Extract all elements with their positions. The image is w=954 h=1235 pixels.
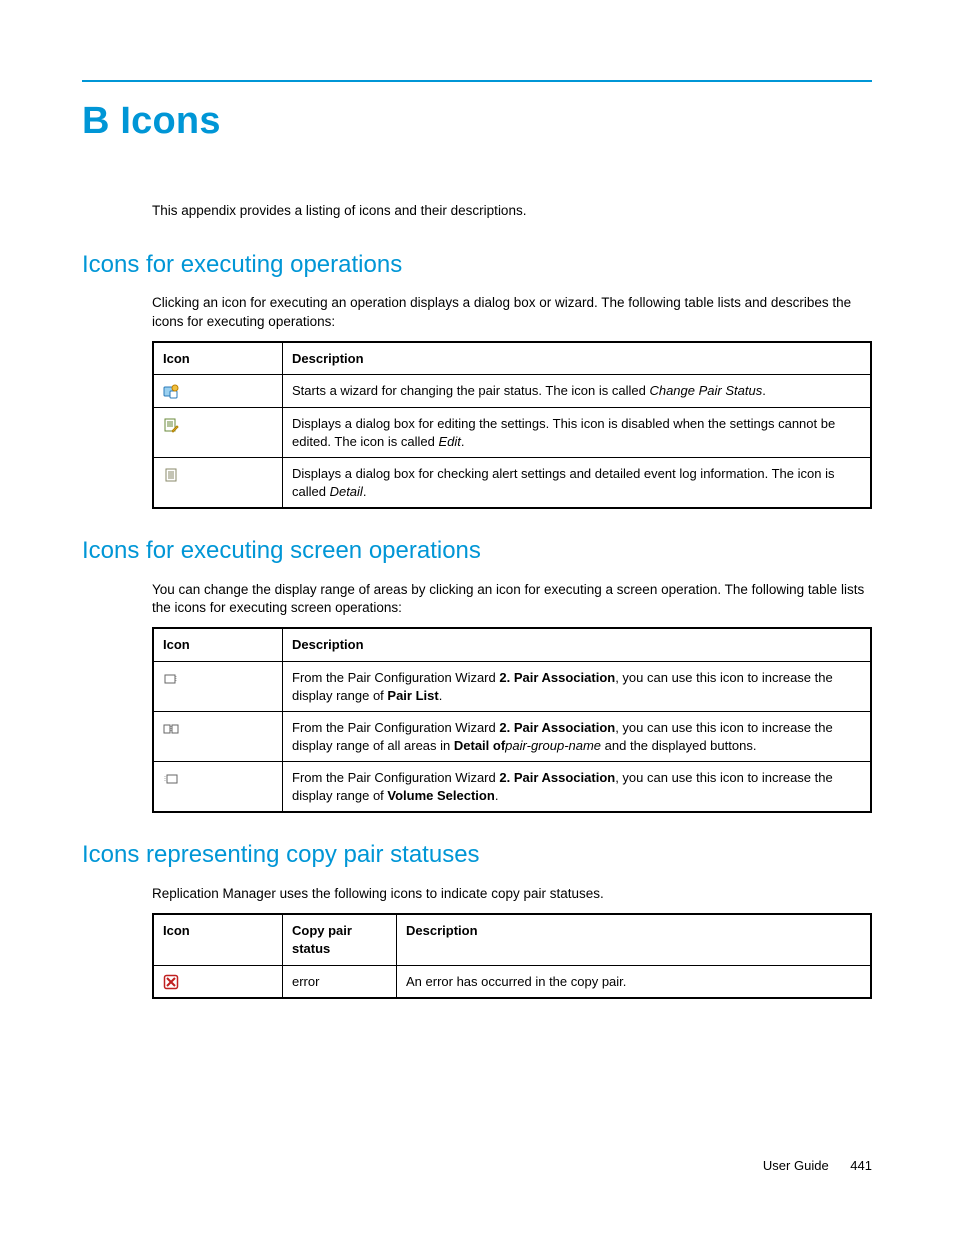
desc-cell: Displays a dialog box for checking alert… bbox=[283, 458, 872, 509]
footer-label: User Guide bbox=[763, 1158, 829, 1173]
icon-cell bbox=[153, 375, 283, 408]
desc-cell: From the Pair Configuration Wizard 2. Pa… bbox=[283, 662, 872, 712]
section-copy-pair-body: Replication Manager uses the following i… bbox=[152, 885, 872, 903]
edit-icon bbox=[163, 416, 179, 431]
section-exec-ops-heading: Icons for executing operations bbox=[82, 249, 872, 281]
icon-cell bbox=[153, 712, 283, 762]
icon-cell bbox=[153, 965, 283, 998]
expand-detail-icon bbox=[163, 720, 179, 735]
detail-icon bbox=[163, 466, 179, 481]
th-icon: Icon bbox=[153, 628, 283, 661]
table-row: error An error has occurred in the copy … bbox=[153, 965, 871, 998]
desc-cell: From the Pair Configuration Wizard 2. Pa… bbox=[283, 762, 872, 813]
desc-cell: Starts a wizard for changing the pair st… bbox=[283, 375, 872, 408]
exec-ops-table: Icon Description Starts a wizard for c bbox=[152, 341, 872, 509]
error-status-icon bbox=[163, 974, 179, 989]
th-description: Description bbox=[397, 914, 872, 965]
table-header-row: Icon Description bbox=[153, 342, 871, 375]
top-rule bbox=[82, 80, 872, 82]
icon-cell bbox=[153, 458, 283, 509]
table-row: From the Pair Configuration Wizard 2. Pa… bbox=[153, 762, 871, 813]
page-footer: User Guide 441 bbox=[763, 1157, 872, 1175]
table-row: From the Pair Configuration Wizard 2. Pa… bbox=[153, 712, 871, 762]
section-exec-ops-body: Clicking an icon for executing an operat… bbox=[152, 294, 872, 330]
desc-cell: From the Pair Configuration Wizard 2. Pa… bbox=[283, 712, 872, 762]
table-row: Displays a dialog box for checking alert… bbox=[153, 458, 871, 509]
icon-cell bbox=[153, 407, 283, 457]
page: B Icons This appendix provides a listing… bbox=[0, 0, 954, 1235]
copy-pair-table: Icon Copy pair status Description error bbox=[152, 913, 872, 999]
table-header-row: Icon Description bbox=[153, 628, 871, 661]
status-cell: error bbox=[283, 965, 397, 998]
th-icon: Icon bbox=[153, 342, 283, 375]
desc-cell: Displays a dialog box for editing the se… bbox=[283, 407, 872, 457]
section-screen-ops-heading: Icons for executing screen operations bbox=[82, 535, 872, 567]
desc-cell: An error has occurred in the copy pair. bbox=[397, 965, 872, 998]
intro-paragraph: This appendix provides a listing of icon… bbox=[152, 202, 872, 220]
table-row: Starts a wizard for changing the pair st… bbox=[153, 375, 871, 408]
expand-pair-list-icon bbox=[163, 670, 179, 685]
expand-volume-selection-icon bbox=[163, 770, 179, 785]
th-description: Description bbox=[283, 628, 872, 661]
page-number: 441 bbox=[850, 1158, 872, 1173]
th-status: Copy pair status bbox=[283, 914, 397, 965]
table-row: From the Pair Configuration Wizard 2. Pa… bbox=[153, 662, 871, 712]
icon-cell bbox=[153, 762, 283, 813]
section-screen-ops-body: You can change the display range of area… bbox=[152, 581, 872, 617]
page-title: B Icons bbox=[82, 96, 872, 147]
th-description: Description bbox=[283, 342, 872, 375]
icon-cell bbox=[153, 662, 283, 712]
table-row: Displays a dialog box for editing the se… bbox=[153, 407, 871, 457]
screen-ops-table: Icon Description From the Pair Configura… bbox=[152, 627, 872, 813]
section-copy-pair-heading: Icons representing copy pair statuses bbox=[82, 839, 872, 871]
change-pair-status-icon bbox=[163, 383, 179, 398]
table-header-row: Icon Copy pair status Description bbox=[153, 914, 871, 965]
th-icon: Icon bbox=[153, 914, 283, 965]
